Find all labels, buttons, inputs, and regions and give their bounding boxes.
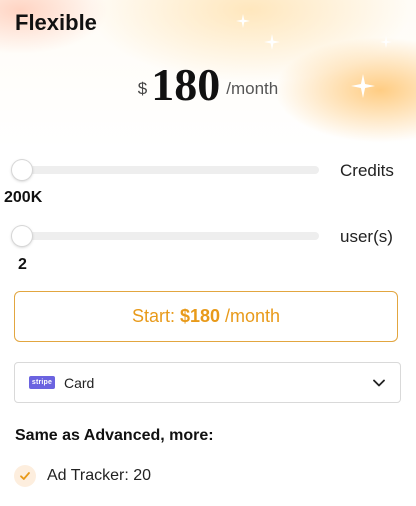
- credits-slider-label: Credits: [340, 161, 394, 180]
- chevron-down-icon: [373, 379, 385, 387]
- users-slider-thumb[interactable]: [12, 226, 32, 246]
- users-value: 2: [18, 256, 27, 273]
- sparkle-icon: [236, 14, 250, 28]
- start-button-prefix: Start:: [131, 306, 175, 326]
- payment-method-label: Card: [64, 374, 95, 391]
- users-slider-track[interactable]: [13, 232, 319, 240]
- price-currency: $: [137, 79, 148, 98]
- feature-label: Ad Tracker: 20: [47, 467, 152, 484]
- stripe-logo: stripe: [29, 376, 55, 389]
- price-period: /month: [226, 79, 279, 98]
- credits-slider-thumb[interactable]: [12, 160, 32, 180]
- credits-value: 200K: [4, 189, 43, 206]
- start-button-price: $180: [179, 306, 221, 326]
- payment-method-select[interactable]: stripe Card: [14, 362, 401, 403]
- feature-item: Ad Tracker: 20: [14, 465, 151, 487]
- sparkle-icon: [264, 34, 280, 50]
- plan-title: Flexible: [15, 10, 97, 35]
- start-button-suffix: /month: [225, 306, 281, 326]
- features-heading: Same as Advanced, more:: [15, 427, 214, 444]
- users-slider-label: user(s): [340, 227, 393, 246]
- sparkle-icon: [380, 36, 392, 48]
- start-button[interactable]: Start: $180 /month: [14, 291, 398, 342]
- plan-price: $180/month: [0, 58, 416, 111]
- price-amount: 180: [151, 59, 221, 110]
- credits-slider-track[interactable]: [13, 166, 319, 174]
- check-icon: [14, 465, 36, 487]
